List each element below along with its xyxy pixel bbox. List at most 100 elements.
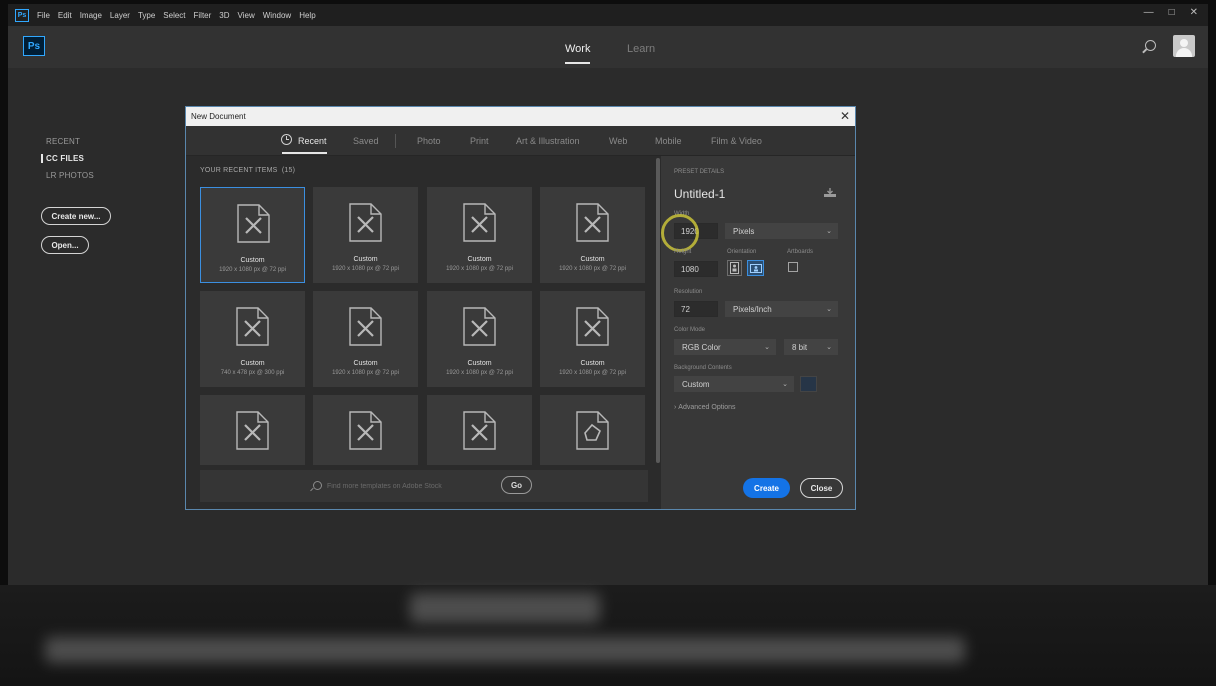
nav-cc-files[interactable]: CC FILES xyxy=(41,154,94,163)
bit-depth-value: 8 bit xyxy=(792,342,808,352)
recent-item-card[interactable]: Custom 1920 x 1080 px @ 72 ppi xyxy=(427,291,532,387)
grid-scrollbar[interactable] xyxy=(656,158,660,463)
height-label: Height xyxy=(674,249,692,255)
tab-learn[interactable]: Learn xyxy=(627,43,655,55)
cursor-highlight xyxy=(661,214,699,252)
chevron-down-icon: ⌄ xyxy=(782,381,788,388)
portrait-orientation-button[interactable] xyxy=(727,260,742,276)
tab-print[interactable]: Print xyxy=(470,136,489,146)
recent-item-card[interactable]: Custom 1920 x 1080 px @ 72 ppi xyxy=(540,291,645,387)
avatar[interactable] xyxy=(1173,35,1195,57)
recent-item-card[interactable]: Custom 1920 x 1080 px @ 72 ppi xyxy=(313,291,418,387)
recent-item-dimensions: 1920 x 1080 px @ 72 ppi xyxy=(446,370,513,376)
resolution-field[interactable]: 72 xyxy=(674,301,718,317)
recent-item-name: Custom xyxy=(580,360,605,367)
recent-item-card[interactable] xyxy=(313,395,418,465)
menu-layer[interactable]: Layer xyxy=(110,11,130,20)
document-icon xyxy=(463,411,496,450)
menu-type[interactable]: Type xyxy=(138,11,155,20)
recent-item-card[interactable] xyxy=(427,395,532,465)
menu-file[interactable]: File xyxy=(37,11,50,20)
chevron-down-icon: ⌄ xyxy=(826,306,832,313)
artboards-checkbox[interactable] xyxy=(788,262,798,272)
height-field[interactable]: 1080 xyxy=(674,261,718,277)
window-close-button[interactable]: ✕ xyxy=(1190,7,1198,18)
recent-item-card[interactable]: Custom 1920 x 1080 px @ 72 ppi xyxy=(427,187,532,283)
recent-item-name: Custom xyxy=(240,257,265,264)
document-icon xyxy=(237,204,270,243)
document-icon xyxy=(236,411,269,450)
search-icon[interactable] xyxy=(1145,40,1156,51)
tab-film-video[interactable]: Film & Video xyxy=(711,136,762,146)
background-contents-value: Custom xyxy=(682,379,710,389)
advanced-options-toggle[interactable]: › Advanced Options xyxy=(674,404,736,411)
chevron-down-icon: ⌄ xyxy=(826,228,832,235)
create-button[interactable]: Create xyxy=(743,478,790,498)
document-icon xyxy=(576,411,609,450)
preset-details-header: PRESET DETAILS xyxy=(674,169,725,175)
background-color-swatch[interactable] xyxy=(800,376,817,392)
color-mode-dropdown[interactable]: RGB Color ⌄ xyxy=(674,339,776,355)
recent-item-name: Custom xyxy=(353,360,378,367)
ps-logo[interactable]: Ps xyxy=(23,36,45,56)
menu-bar: Ps File Edit Image Layer Type Select Fil… xyxy=(8,4,1208,26)
menu-3d[interactable]: 3D xyxy=(219,11,229,20)
tab-web[interactable]: Web xyxy=(609,136,627,146)
dialog-title: New Document xyxy=(191,112,246,121)
recent-item-card[interactable]: Custom 740 x 478 px @ 300 ppi xyxy=(200,291,305,387)
document-name[interactable]: Untitled-1 xyxy=(674,187,725,201)
document-icon xyxy=(463,203,496,242)
save-preset-icon[interactable] xyxy=(824,188,836,197)
tab-recent[interactable]: Recent xyxy=(282,136,327,154)
create-new-button[interactable]: Create new... xyxy=(41,207,111,225)
minimize-button[interactable]: — xyxy=(1144,7,1154,18)
menu-edit[interactable]: Edit xyxy=(58,11,72,20)
recent-item-dimensions: 1920 x 1080 px @ 72 ppi xyxy=(332,266,399,272)
nav-lr-photos[interactable]: LR PHOTOS xyxy=(46,171,94,180)
bit-depth-dropdown[interactable]: 8 bit ⌄ xyxy=(784,339,838,355)
tab-mobile[interactable]: Mobile xyxy=(655,136,682,146)
tab-art-illustration[interactable]: Art & Illustration xyxy=(516,136,580,146)
recent-items-header: YOUR RECENT ITEMS (15) xyxy=(200,167,295,174)
document-icon xyxy=(576,203,609,242)
recent-items-title: YOUR RECENT ITEMS xyxy=(200,167,278,174)
chevron-right-icon: › xyxy=(674,404,677,411)
portrait-icon xyxy=(730,262,739,274)
recent-item-name: Custom xyxy=(467,256,492,263)
recent-item-card[interactable]: Custom 1920 x 1080 px @ 72 ppi xyxy=(540,187,645,283)
tab-saved[interactable]: Saved xyxy=(353,136,379,146)
recent-item-card[interactable] xyxy=(200,395,305,465)
landscape-orientation-button[interactable] xyxy=(747,260,764,276)
background-contents-label: Background Contents xyxy=(674,365,732,371)
home-header: Ps Work Learn xyxy=(8,26,1208,68)
document-icon xyxy=(349,307,382,346)
tab-work[interactable]: Work xyxy=(565,43,591,64)
recent-item-dimensions: 1920 x 1080 px @ 72 ppi xyxy=(446,266,513,272)
stock-search-input[interactable] xyxy=(327,480,487,492)
close-button[interactable]: Close xyxy=(800,478,843,498)
background-contents-dropdown[interactable]: Custom ⌄ xyxy=(674,376,794,392)
width-unit-value: Pixels xyxy=(733,226,755,236)
maximize-button[interactable]: □ xyxy=(1169,7,1175,18)
tab-divider xyxy=(395,134,396,148)
resolution-unit-dropdown[interactable]: Pixels/Inch ⌄ xyxy=(725,301,838,317)
menu-filter[interactable]: Filter xyxy=(194,11,212,20)
go-button[interactable]: Go xyxy=(501,476,532,494)
nav-recent[interactable]: RECENT xyxy=(46,137,94,146)
recent-items-pane: YOUR RECENT ITEMS (15) Custom 1920 x 1080… xyxy=(186,156,661,509)
open-button[interactable]: Open... xyxy=(41,236,89,254)
recent-item-card[interactable] xyxy=(540,395,645,465)
tab-photo[interactable]: Photo xyxy=(417,136,441,146)
recent-item-dimensions: 1920 x 1080 px @ 72 ppi xyxy=(559,370,626,376)
menu-image[interactable]: Image xyxy=(80,11,102,20)
dialog-close-icon[interactable]: ✕ xyxy=(840,109,850,123)
recent-item-card[interactable]: Custom 1920 x 1080 px @ 72 ppi xyxy=(313,187,418,283)
menu-help[interactable]: Help xyxy=(299,11,315,20)
menu-select[interactable]: Select xyxy=(163,11,185,20)
menu-window[interactable]: Window xyxy=(263,11,291,20)
menu-view[interactable]: View xyxy=(238,11,255,20)
preset-tabs: Recent Saved Photo Print Art & Illustrat… xyxy=(186,126,855,156)
recent-item-card[interactable]: Custom 1920 x 1080 px @ 72 ppi xyxy=(200,187,305,283)
recent-item-dimensions: 1920 x 1080 px @ 72 ppi xyxy=(219,267,286,273)
width-unit-dropdown[interactable]: Pixels ⌄ xyxy=(725,223,838,239)
